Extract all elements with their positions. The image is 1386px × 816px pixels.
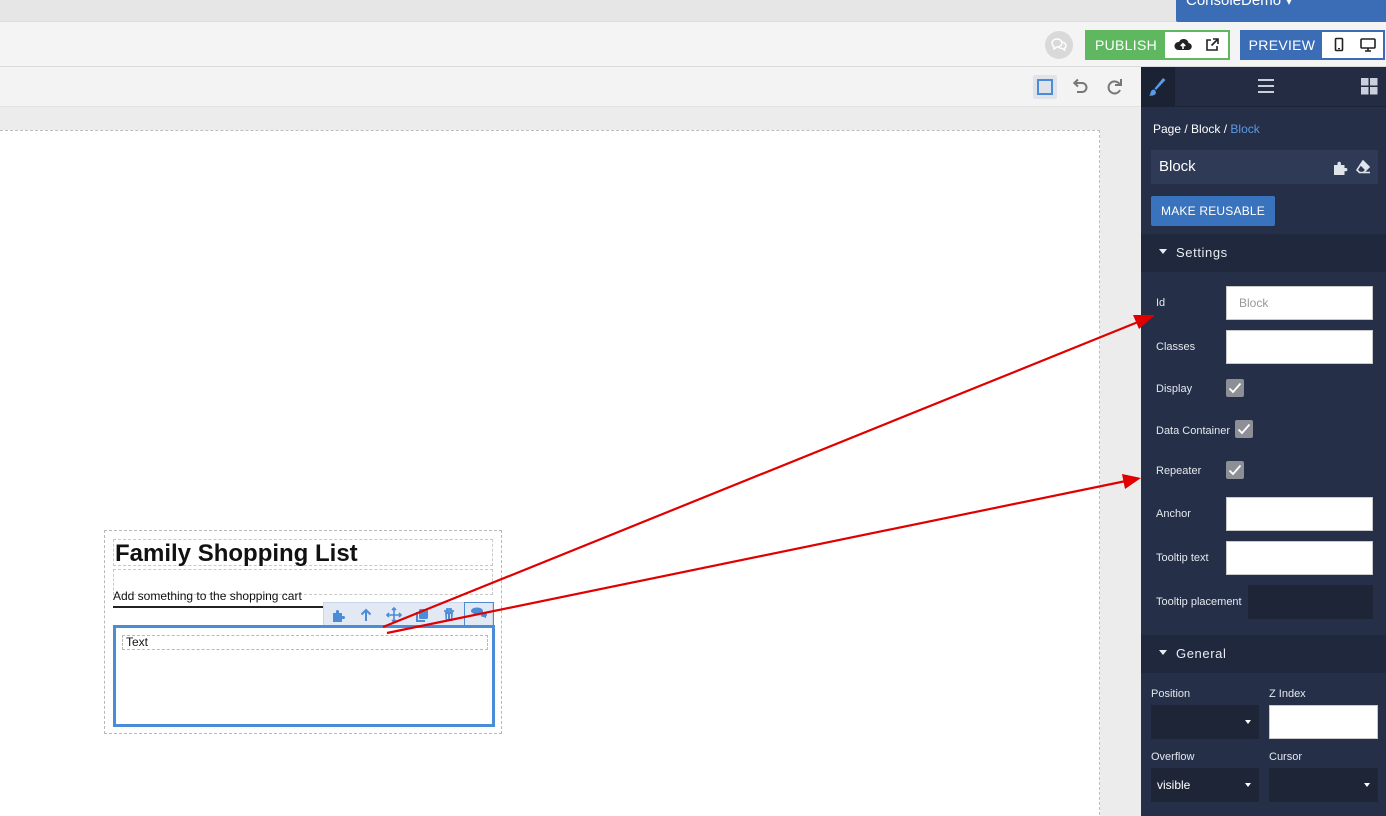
canvas-toolbar <box>0 67 1141 107</box>
breadcrumb-page[interactable]: Page <box>1153 122 1181 136</box>
move-icon[interactable] <box>385 606 403 624</box>
preview-group: PREVIEW <box>1240 30 1385 60</box>
external-link-icon[interactable] <box>1203 36 1223 54</box>
overflow-select[interactable]: visible <box>1151 768 1259 802</box>
cursor-select[interactable] <box>1269 768 1378 802</box>
breadcrumb-separator: / <box>1181 122 1192 136</box>
id-input[interactable]: Block <box>1226 286 1373 320</box>
select-box-icon <box>1037 79 1053 95</box>
cursor-label: Cursor <box>1269 751 1303 763</box>
selected-component-name: Block <box>1151 150 1378 184</box>
tab-style[interactable] <box>1141 67 1175 107</box>
settings-section-title: Settings <box>1176 245 1228 260</box>
account-menu[interactable]: ConsoleDemo ▾ <box>1176 0 1386 22</box>
account-name: ConsoleDemo ▾ <box>1186 0 1293 9</box>
copy-icon[interactable] <box>413 606 431 624</box>
z-index-label: Z Index <box>1269 688 1306 700</box>
chat-button[interactable] <box>1045 31 1073 59</box>
position-select[interactable] <box>1151 705 1259 739</box>
overflow-value: visible <box>1157 778 1191 792</box>
checkmark-icon <box>1228 382 1242 394</box>
publish-button[interactable]: PUBLISH <box>1087 32 1165 58</box>
classes-label: Classes <box>1156 341 1196 353</box>
grid-icon <box>1361 78 1378 95</box>
top-bar: ConsoleDemo ▾ <box>0 0 1386 22</box>
breadcrumb: Page / Block / Block <box>1153 122 1260 136</box>
anchor-label: Anchor <box>1156 508 1191 520</box>
selection-toolbar <box>323 602 494 626</box>
checkmark-icon <box>1228 464 1242 476</box>
eraser-icon[interactable] <box>1354 150 1372 184</box>
panel-tabs <box>1141 67 1386 107</box>
desktop-icon[interactable] <box>1359 36 1377 54</box>
tooltip-placement-label: Tooltip placement <box>1156 596 1242 608</box>
redo-icon <box>1107 79 1122 95</box>
overflow-label: Overflow <box>1151 751 1195 763</box>
comment-icon <box>471 607 487 619</box>
dropdown-arrow-icon <box>1364 783 1370 787</box>
position-label: Position <box>1151 688 1191 700</box>
classes-input[interactable] <box>1226 330 1373 364</box>
trash-icon[interactable] <box>440 606 458 624</box>
page-canvas[interactable]: Family Shopping List Add something to th… <box>0 130 1100 816</box>
data-container-label: Data Container <box>1156 425 1230 437</box>
checkmark-icon <box>1237 423 1251 435</box>
tooltip-placement-select[interactable] <box>1248 585 1373 619</box>
component-actions <box>1332 150 1372 197</box>
undo-button[interactable] <box>1068 75 1092 99</box>
tab-blocks[interactable] <box>1352 67 1386 107</box>
tooltip-text-input[interactable] <box>1226 541 1373 575</box>
comment-button[interactable] <box>464 602 494 626</box>
id-label: Id <box>1156 297 1166 309</box>
main-toolbar: PUBLISH PREVIEW <box>0 22 1386 67</box>
repeater-checkbox[interactable] <box>1226 461 1244 479</box>
cloud-upload-icon[interactable] <box>1173 36 1193 54</box>
brush-icon <box>1149 78 1166 96</box>
breadcrumb-separator: / <box>1220 122 1231 136</box>
general-section-title: General <box>1176 646 1227 661</box>
selected-block[interactable]: Text <box>113 625 495 727</box>
publish-group: PUBLISH <box>1085 30 1230 60</box>
chat-icon <box>1051 38 1067 52</box>
shopping-list-block[interactable]: Family Shopping List Add something to th… <box>104 530 502 734</box>
redo-button[interactable] <box>1103 75 1127 99</box>
settings-section-header[interactable]: Settings <box>1141 234 1386 272</box>
tab-layers[interactable] <box>1249 67 1283 107</box>
breadcrumb-current: Block <box>1230 122 1260 136</box>
general-section-header[interactable]: General <box>1141 635 1386 673</box>
repeater-label: Repeater <box>1156 465 1202 477</box>
cart-text[interactable]: Add something to the shopping cart <box>113 589 333 608</box>
preview-button[interactable]: PREVIEW <box>1242 32 1322 58</box>
caret-down-icon <box>1159 249 1167 255</box>
dropdown-arrow-icon <box>1245 720 1251 724</box>
caret-down-icon <box>1159 650 1167 656</box>
make-reusable-button[interactable]: MAKE REUSABLE <box>1151 196 1275 226</box>
mobile-icon[interactable] <box>1330 36 1348 54</box>
select-box-button[interactable] <box>1033 75 1057 99</box>
z-index-input[interactable] <box>1269 705 1378 739</box>
undo-icon <box>1072 78 1088 93</box>
arrow-up-icon[interactable] <box>357 606 375 624</box>
tooltip-text-label: Tooltip text <box>1156 552 1209 564</box>
data-container-checkbox[interactable] <box>1235 420 1253 438</box>
display-checkbox[interactable] <box>1226 379 1244 397</box>
dropdown-arrow-icon <box>1245 783 1251 787</box>
text-element[interactable]: Text <box>122 635 488 650</box>
anchor-input[interactable] <box>1226 497 1373 531</box>
component-name-label: Block <box>1159 158 1196 175</box>
menu-icon <box>1258 79 1274 93</box>
canvas-area: Family Shopping List Add something to th… <box>0 107 1141 816</box>
properties-panel: Page / Block / Block Block MAKE REUSABLE… <box>1141 67 1386 816</box>
page-heading[interactable]: Family Shopping List <box>113 539 493 567</box>
display-label: Display <box>1156 383 1193 395</box>
breadcrumb-parent[interactable]: Block <box>1191 122 1220 136</box>
puzzle-icon[interactable] <box>1332 150 1350 184</box>
puzzle-icon[interactable] <box>330 606 348 624</box>
